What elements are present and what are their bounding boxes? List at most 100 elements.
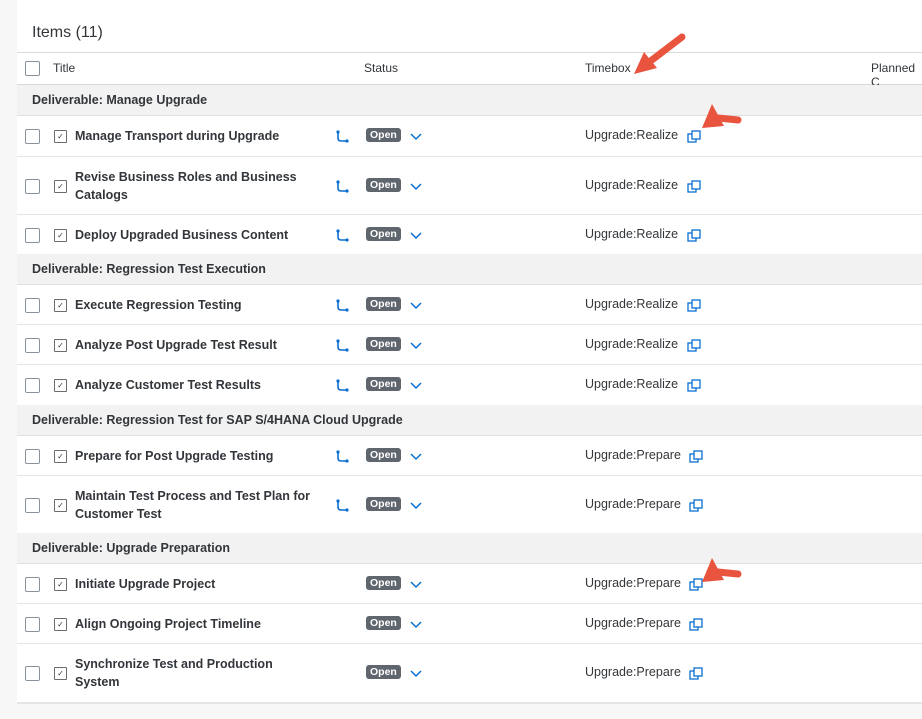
task-checkbox-icon: ✓ (54, 578, 67, 591)
status-badge: Open (366, 448, 401, 462)
external-link-icon[interactable] (689, 618, 703, 632)
row-checkbox[interactable] (25, 228, 40, 243)
row-checkbox[interactable] (25, 129, 40, 144)
timebox-value: Upgrade:Realize (585, 227, 679, 241)
hierarchy-link-icon[interactable] (335, 130, 349, 144)
hierarchy-link-icon[interactable] (335, 499, 349, 513)
table-row[interactable]: ✓ Deploy Upgraded Business Content Open Upg… (17, 215, 922, 255)
hierarchy-link-icon[interactable] (335, 379, 349, 393)
row-checkbox[interactable] (25, 338, 40, 353)
table-row[interactable]: ✓ Analyze Post Upgrade Test Result Open Upg… (17, 325, 922, 365)
chevron-down-icon[interactable] (410, 302, 422, 310)
table-row[interactable]: ✓ Initiate Upgrade Project Open Upgrade:Pre… (17, 564, 922, 604)
group-header-row: Deliverable: Upgrade Preparation (17, 533, 922, 564)
row-checkbox[interactable] (25, 449, 40, 464)
table-row[interactable]: ✓ Synchronize Test and Production System O… (17, 644, 922, 703)
chevron-down-icon[interactable] (410, 621, 422, 629)
table-row[interactable]: ✓ Prepare for Post Upgrade Testing Open Upg… (17, 436, 922, 476)
external-link-icon[interactable] (687, 299, 701, 313)
chevron-down-icon[interactable] (410, 342, 422, 350)
group-header-row: Deliverable: Manage Upgrade (17, 85, 922, 116)
item-title-link[interactable]: Revise Business Roles and Business Catal… (75, 168, 315, 204)
chevron-down-icon[interactable] (410, 581, 422, 589)
external-link-icon[interactable] (689, 499, 703, 513)
item-title-link[interactable]: Align Ongoing Project Timeline (75, 615, 315, 633)
item-title-link[interactable]: Manage Transport during Upgrade (75, 127, 315, 145)
chevron-down-icon[interactable] (410, 670, 422, 678)
status-badge: Open (366, 128, 401, 142)
table-row[interactable]: ✓ Manage Transport during Upgrade Open Upgr… (17, 116, 922, 157)
task-checkbox-icon: ✓ (54, 229, 67, 242)
row-checkbox[interactable] (25, 617, 40, 632)
external-link-icon[interactable] (687, 379, 701, 393)
hierarchy-link-icon[interactable] (335, 450, 349, 464)
timebox-value: Upgrade:Prepare (585, 665, 681, 679)
table-row[interactable]: ✓ Maintain Test Process and Test Plan for… (17, 476, 922, 534)
external-link-icon[interactable] (687, 229, 701, 243)
timebox-value: Upgrade:Prepare (585, 497, 681, 511)
hierarchy-link-icon[interactable] (335, 180, 349, 194)
red-arrow-icon (634, 33, 686, 74)
group-header-row: Deliverable: Regression Test Execution (17, 254, 922, 285)
table-row[interactable]: ✓ Execute Regression Testing Open Upgrade:R… (17, 285, 922, 325)
group-header-row: Deliverable: Regression Test for SAP S/4… (17, 405, 922, 436)
item-title-link[interactable]: Analyze Customer Test Results (75, 376, 315, 394)
red-arrow-icon (702, 558, 742, 582)
status-badge: Open (366, 616, 401, 630)
hierarchy-link-icon[interactable] (335, 299, 349, 313)
timebox-value: Upgrade:Prepare (585, 576, 681, 590)
table-row[interactable]: ✓ Align Ongoing Project Timeline Open Upgra… (17, 604, 922, 644)
chevron-down-icon[interactable] (410, 453, 422, 461)
status-badge: Open (366, 178, 401, 192)
group-label: Deliverable: Upgrade Preparation (32, 541, 230, 555)
timebox-value: Upgrade:Realize (585, 297, 679, 311)
row-checkbox[interactable] (25, 577, 40, 592)
status-badge: Open (366, 297, 401, 311)
chevron-down-icon[interactable] (410, 183, 422, 191)
group-label: Deliverable: Regression Test Execution (32, 262, 266, 276)
row-checkbox[interactable] (25, 498, 40, 513)
row-checkbox[interactable] (25, 298, 40, 313)
status-badge: Open (366, 665, 401, 679)
item-title-link[interactable]: Execute Regression Testing (75, 296, 315, 314)
row-checkbox[interactable] (25, 179, 40, 194)
column-header-title[interactable]: Title (53, 61, 75, 75)
timebox-value: Upgrade:Realize (585, 178, 679, 192)
task-checkbox-icon: ✓ (54, 499, 67, 512)
chevron-down-icon[interactable] (410, 502, 422, 510)
hierarchy-link-icon[interactable] (335, 229, 349, 243)
item-title-link[interactable]: Synchronize Test and Production System (75, 655, 315, 691)
status-badge: Open (366, 497, 401, 511)
external-link-icon[interactable] (687, 180, 701, 194)
external-link-icon[interactable] (689, 667, 703, 681)
item-title-link[interactable]: Maintain Test Process and Test Plan for … (75, 487, 315, 523)
table-header: Title Status Timebox Planned C (17, 53, 922, 89)
external-link-icon[interactable] (687, 339, 701, 353)
item-title-link[interactable]: Initiate Upgrade Project (75, 575, 315, 593)
group-label: Deliverable: Manage Upgrade (32, 93, 208, 107)
task-checkbox-icon: ✓ (54, 299, 67, 312)
select-all-checkbox[interactable] (25, 61, 40, 76)
group-label: Deliverable: Regression Test for SAP S/4… (32, 413, 403, 427)
external-link-icon[interactable] (689, 450, 703, 464)
hierarchy-link-icon[interactable] (335, 339, 349, 353)
item-title-link[interactable]: Deploy Upgraded Business Content (75, 226, 315, 244)
table-row[interactable]: ✓ Analyze Customer Test Results Open Upgrad… (17, 365, 922, 406)
status-badge: Open (366, 576, 401, 590)
timebox-value: Upgrade:Realize (585, 377, 679, 391)
column-header-timebox[interactable]: Timebox (585, 61, 631, 75)
items-table-panel: Items (11) Title Status Timebox Planned … (17, 0, 922, 704)
chevron-down-icon[interactable] (410, 133, 422, 141)
row-checkbox[interactable] (25, 666, 40, 681)
chevron-down-icon[interactable] (410, 382, 422, 390)
task-checkbox-icon: ✓ (54, 180, 67, 193)
item-title-link[interactable]: Prepare for Post Upgrade Testing (75, 447, 315, 465)
external-link-icon[interactable] (687, 130, 701, 144)
row-checkbox[interactable] (25, 378, 40, 393)
red-arrow-icon (702, 104, 742, 128)
column-header-status[interactable]: Status (364, 61, 398, 75)
table-row[interactable]: ✓ Revise Business Roles and Business Cata… (17, 157, 922, 215)
status-badge: Open (366, 377, 401, 391)
chevron-down-icon[interactable] (410, 232, 422, 240)
item-title-link[interactable]: Analyze Post Upgrade Test Result (75, 336, 315, 354)
